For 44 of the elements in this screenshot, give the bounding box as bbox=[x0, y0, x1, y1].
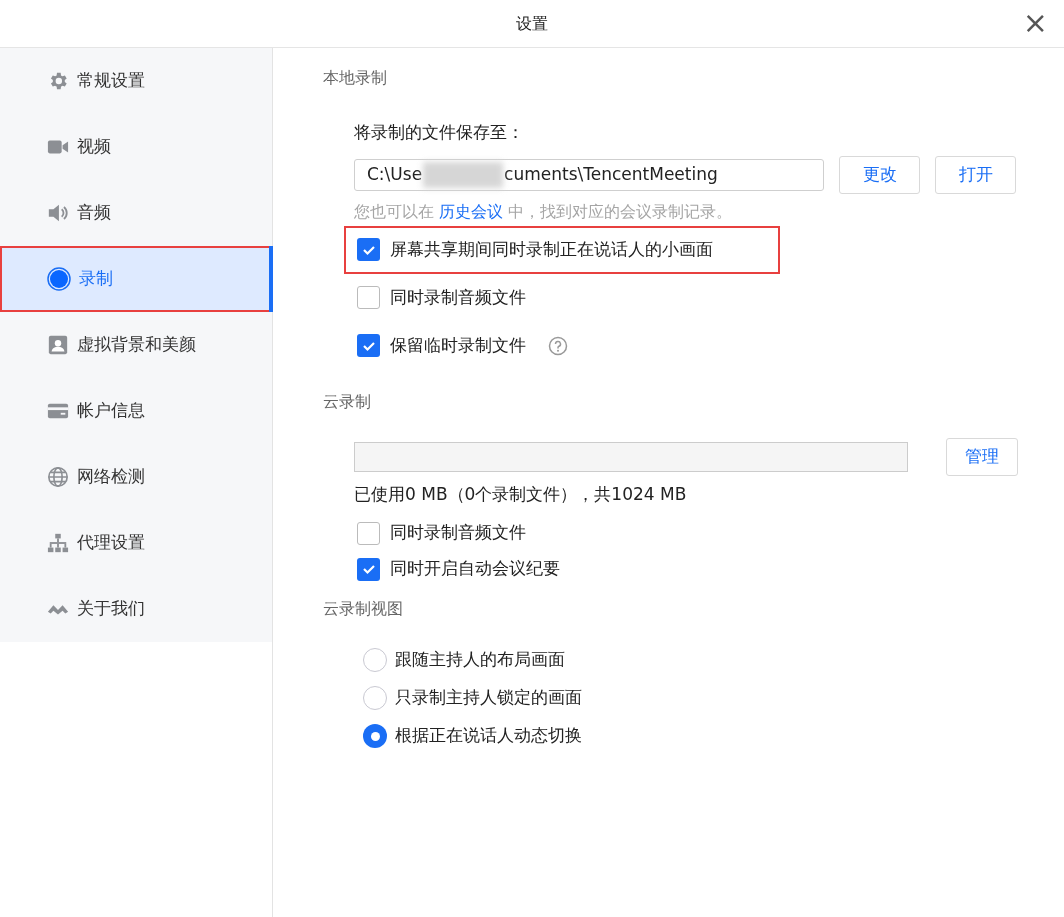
manage-button[interactable]: 管理 bbox=[946, 437, 1018, 476]
network-tree-icon bbox=[47, 532, 69, 554]
globe-icon bbox=[47, 466, 69, 488]
sidebar-item[interactable]: 虚拟背景和美颜 bbox=[0, 312, 272, 378]
radio-button[interactable] bbox=[363, 648, 387, 672]
checkbox[interactable] bbox=[357, 557, 380, 581]
sidebar-item[interactable]: 音频 bbox=[0, 180, 272, 246]
sidebar-item[interactable]: 视频 bbox=[0, 114, 272, 180]
checkbox-label: 同时开启自动会议纪要 bbox=[390, 557, 560, 581]
window-title: 设置 bbox=[516, 12, 548, 35]
help-icon[interactable] bbox=[548, 335, 568, 356]
sidebar-item[interactable]: 网络检测 bbox=[0, 444, 272, 510]
sidebar-item[interactable]: 录制 bbox=[0, 246, 272, 312]
action-button[interactable]: 打开 bbox=[935, 155, 1016, 194]
checkbox[interactable] bbox=[357, 521, 380, 545]
sidebar-item[interactable]: 帐户信息 bbox=[0, 378, 272, 444]
checkbox[interactable] bbox=[357, 238, 380, 261]
speaker-icon bbox=[47, 202, 69, 224]
sidebar-item[interactable]: 关于我们 bbox=[0, 576, 272, 642]
checkbox-label: 同时录制音频文件 bbox=[390, 285, 526, 309]
radio-label: 根据正在说话人动态切换 bbox=[395, 724, 582, 748]
portrait-icon bbox=[47, 334, 69, 356]
radio-label: 只录制主持人锁定的画面 bbox=[395, 686, 582, 710]
close-button[interactable]: × bbox=[1022, 6, 1048, 40]
checkbox[interactable] bbox=[357, 286, 380, 309]
checkbox-label: 同时录制音频文件 bbox=[390, 521, 526, 545]
checkbox-label: 保留临时录制文件 bbox=[390, 333, 526, 357]
field-label: 将录制的文件保存至： bbox=[354, 121, 525, 144]
history-link[interactable]: 历史会议 bbox=[439, 201, 504, 221]
section-heading: 云录制视图 bbox=[323, 598, 404, 620]
hint-text: 您也可以在 历史会议 中，找到对应的会议录制记录。 bbox=[354, 200, 734, 223]
usage-text: 已使用0 MB（0个录制文件），共1024 MB bbox=[354, 482, 688, 506]
sidebar-item[interactable]: 常规设置 bbox=[0, 48, 272, 114]
radio-button[interactable] bbox=[363, 724, 387, 748]
section-heading: 云录制 bbox=[323, 390, 372, 413]
section-heading: 本地录制 bbox=[323, 67, 388, 89]
checkbox-label: 屏幕共享期间同时录制正在说话人的小画面 bbox=[390, 237, 713, 261]
radio-button[interactable] bbox=[363, 686, 387, 710]
action-button[interactable]: 更改 bbox=[839, 155, 920, 194]
record-icon bbox=[47, 267, 71, 291]
sidebar-item[interactable]: 代理设置 bbox=[0, 510, 272, 576]
path-field[interactable]: C:\Use cuments\TencentMeeting bbox=[354, 158, 824, 191]
radio-label: 跟随主持人的布局画面 bbox=[395, 648, 565, 672]
checkbox[interactable] bbox=[357, 334, 380, 357]
